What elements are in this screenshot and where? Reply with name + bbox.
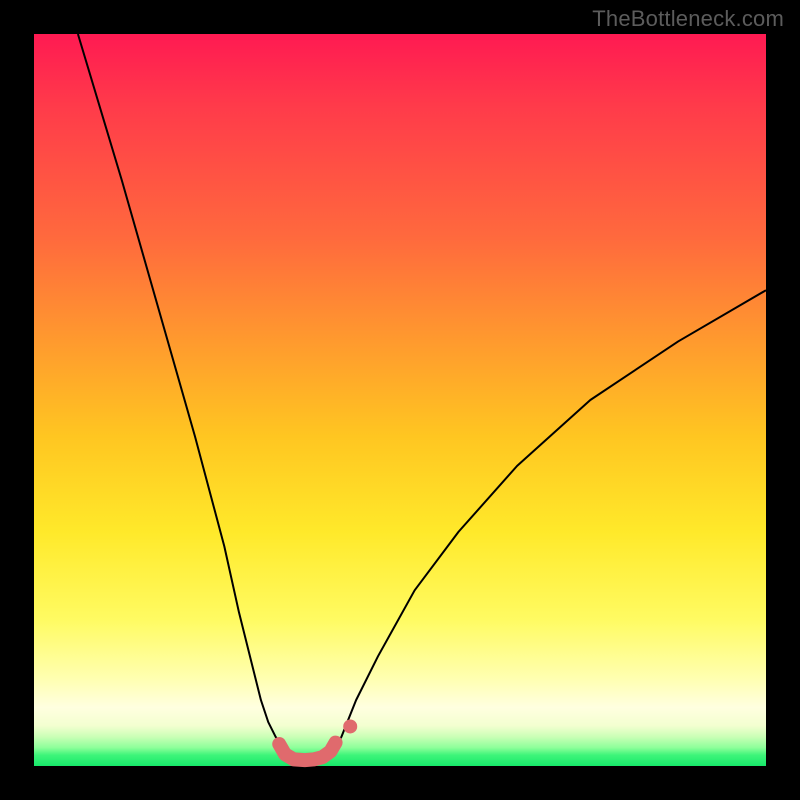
watermark-label: TheBottleneck.com xyxy=(592,6,784,32)
series-bottom-highlight-dot-point xyxy=(343,719,357,733)
chart-svg xyxy=(34,34,766,766)
chart-frame: TheBottleneck.com xyxy=(0,0,800,800)
plot-area xyxy=(34,34,766,766)
series-left-branch xyxy=(78,34,289,756)
series-right-branch xyxy=(330,290,766,756)
series-group xyxy=(78,34,766,760)
series-bottom-highlight xyxy=(279,743,335,761)
